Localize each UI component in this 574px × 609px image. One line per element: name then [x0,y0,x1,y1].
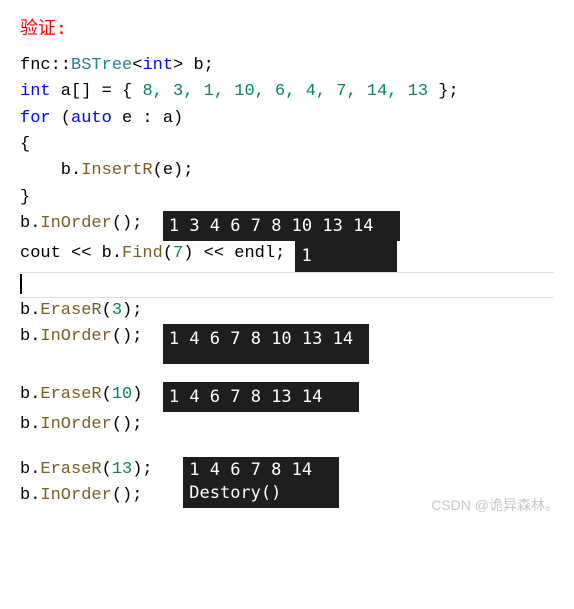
code-text: b. [20,415,40,434]
code-line: fnc::BSTree<int> b; [20,53,554,79]
code-text: (); [112,415,143,434]
function-name: InOrder [40,327,111,346]
code-line: for (auto e : a) [20,106,554,132]
number: 3 [112,301,122,320]
code-row: b.InOrder(); 1 4 6 7 8 10 13 14 [20,324,554,364]
console-output: 1 4 6 7 8 10 13 14 [163,324,369,364]
function-name: InOrder [40,415,111,434]
code-text: b. [20,327,40,346]
text-cursor [20,274,22,294]
keyword: for [20,109,51,128]
code-line: b.InOrder(); [20,412,554,438]
code-text: ( [102,460,112,479]
code-text: ) << endl; [183,244,295,263]
type-name: BSTree [71,56,132,75]
code-text: fnc:: [20,56,71,75]
code-text: ( [51,109,71,128]
spacer [20,364,554,382]
function-name: EraseR [40,301,101,320]
console-output: 1 3 4 6 7 8 10 13 14 [163,211,400,241]
number: 10 [112,385,132,404]
code-text: ( [163,244,173,263]
section-title: 验证: [20,15,554,43]
code-line: b.InsertR(e); [20,158,554,184]
spacer [20,439,554,457]
code-text: (); [112,327,163,346]
function-name: Find [122,244,163,263]
keyword: int [20,82,51,101]
code-line: int a[] = { 8, 3, 1, 10, 6, 4, 7, 14, 13… [20,79,554,105]
watermark: CSDN @诡异森林。 [431,495,559,517]
code-row: cout << b.Find(7) << endl; 1 [20,241,554,271]
function-name: InsertR [81,161,152,180]
function-name: InOrder [40,486,111,505]
code-text: (e); [153,161,194,180]
code-line: } [20,185,554,211]
function-name: InOrder [40,214,111,233]
console-output: 1 [295,241,397,271]
code-text: > b; [173,56,214,75]
code-text: b. [20,486,40,505]
code-text: b. [20,161,81,180]
code-text: e : a) [112,109,183,128]
keyword: int [142,56,173,75]
code-text: b. [20,214,40,233]
code-line: { [20,132,554,158]
code-text: (); [112,214,163,233]
keyword: auto [71,109,112,128]
code-row: b.EraseR(10) 1 4 6 7 8 13 14 [20,382,554,412]
code-text: ) [132,385,163,404]
code-text: ); [132,460,183,479]
code-text: (); [112,486,143,505]
cursor-line [20,272,554,298]
code-row: b.InOrder(); 1 3 4 6 7 8 10 13 14 [20,211,554,241]
number: 7 [173,244,183,263]
code-text: }; [428,82,459,101]
number: 13 [112,460,132,479]
function-name: EraseR [40,460,101,479]
code-text: a[] = { [51,82,143,101]
console-output: 1 4 6 7 8 13 14 [163,382,359,412]
code-text: cout << b. [20,244,122,263]
code-text: ); [122,301,142,320]
code-text: < [132,56,142,75]
code-line: b.EraseR(3); [20,298,554,324]
code-text: b. [20,385,40,404]
code-text: b. [20,301,40,320]
console-output: 1 4 6 7 8 14 Destory() [183,457,338,509]
code-text: ( [102,301,112,320]
function-name: EraseR [40,385,101,404]
code-text: ( [102,385,112,404]
code-text: b. [20,460,40,479]
number: 8, 3, 1, 10, 6, 4, 7, 14, 13 [142,82,428,101]
